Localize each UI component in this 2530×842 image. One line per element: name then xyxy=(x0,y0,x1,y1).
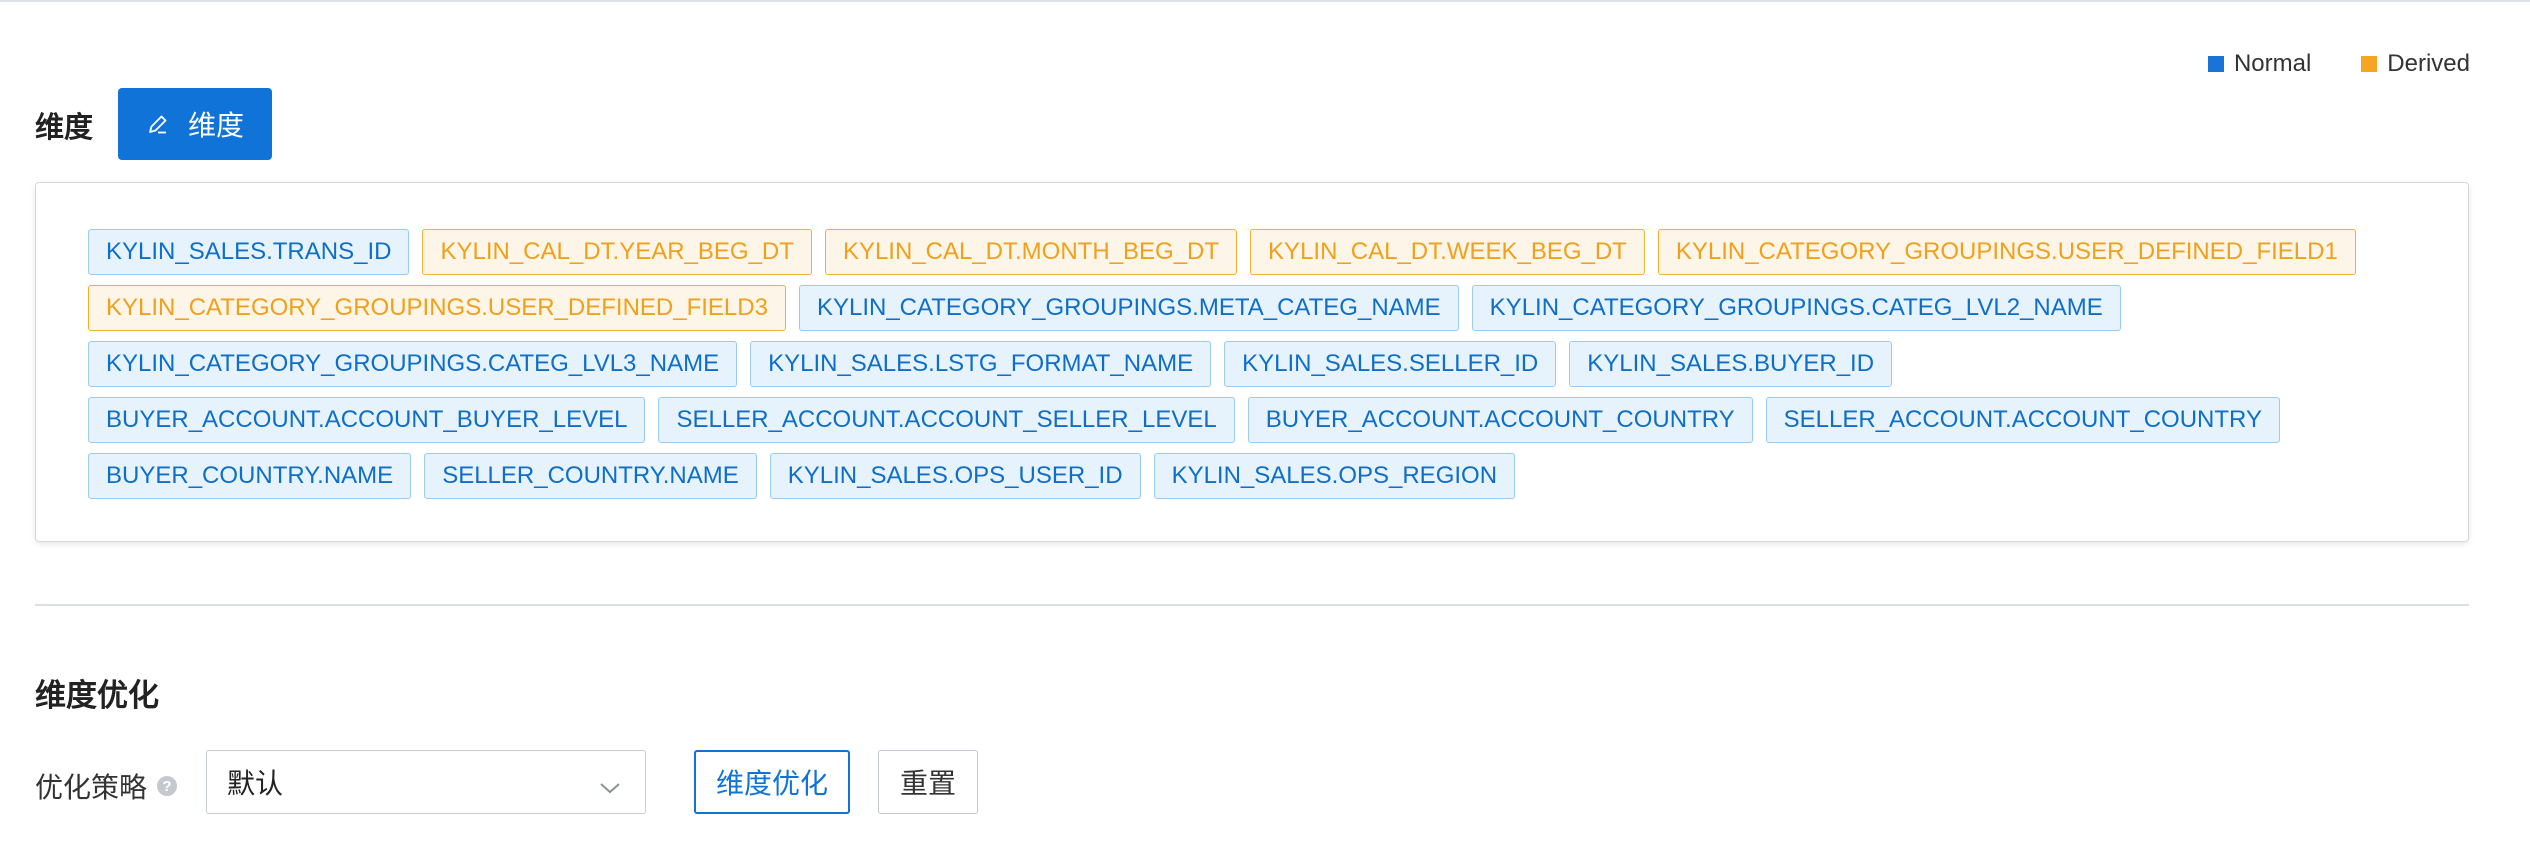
legend-label-derived: Derived xyxy=(2387,50,2470,77)
legend-item-normal: Normal xyxy=(2207,50,2312,78)
dimensions-title: 维度 xyxy=(35,112,94,144)
dimension-tag-normal[interactable]: KYLIN_CATEGORY_GROUPINGS.META_CATEG_NAME xyxy=(798,285,1459,331)
strategy-select-value: 默认 xyxy=(227,768,284,799)
dimension-tag-derived[interactable]: KYLIN_CAL_DT.WEEK_BEG_DT xyxy=(1250,229,1645,275)
legend-label-normal: Normal xyxy=(2233,50,2312,77)
legend-swatch-derived xyxy=(2361,56,2378,72)
dimension-tag-derived[interactable]: KYLIN_CAL_DT.MONTH_BEG_DT xyxy=(824,229,1238,275)
section-divider xyxy=(35,604,2469,606)
dimension-tag-normal[interactable]: BUYER_ACCOUNT.ACCOUNT_BUYER_LEVEL xyxy=(88,397,646,443)
optimization-title: 维度优化 xyxy=(35,678,159,713)
top-border xyxy=(0,0,2530,2)
legend-item-derived: Derived xyxy=(2361,50,2470,78)
strategy-label: 优化策略 xyxy=(35,772,148,803)
strategy-label-row: 优化策略 ? xyxy=(35,766,178,806)
question-circle-icon[interactable]: ? xyxy=(157,776,178,796)
dimension-tag-derived[interactable]: KYLIN_CATEGORY_GROUPINGS.USER_DEFINED_FI… xyxy=(88,285,786,331)
legend: Normal Derived xyxy=(2158,50,2470,78)
optimize-dimensions-button[interactable]: 维度优化 xyxy=(694,750,850,814)
edit-dimensions-button[interactable]: 维度 xyxy=(118,88,272,160)
dimension-tag-normal[interactable]: SELLER_ACCOUNT.ACCOUNT_SELLER_LEVEL xyxy=(658,397,1235,443)
legend-swatch-normal xyxy=(2207,56,2224,72)
pencil-icon xyxy=(146,112,170,136)
dimension-tag-derived[interactable]: KYLIN_CAL_DT.YEAR_BEG_DT xyxy=(422,229,812,275)
dimension-tag-normal[interactable]: BUYER_ACCOUNT.ACCOUNT_COUNTRY xyxy=(1247,397,1753,443)
dimension-tag-normal[interactable]: SELLER_COUNTRY.NAME xyxy=(424,453,757,499)
dimension-tag-normal[interactable]: KYLIN_CATEGORY_GROUPINGS.CATEG_LVL3_NAME xyxy=(88,341,738,387)
dimension-tag-normal[interactable]: KYLIN_SALES.OPS_USER_ID xyxy=(769,453,1141,499)
dimension-tag-normal[interactable]: KYLIN_CATEGORY_GROUPINGS.CATEG_LVL2_NAME xyxy=(1471,285,2121,331)
dimension-tag-normal[interactable]: BUYER_COUNTRY.NAME xyxy=(88,453,412,499)
dimension-tag-normal[interactable]: KYLIN_SALES.SELLER_ID xyxy=(1224,341,1557,387)
reset-button[interactable]: 重置 xyxy=(878,750,978,814)
dimension-tags-panel: KYLIN_SALES.TRANS_ID KYLIN_CAL_DT.YEAR_BE… xyxy=(35,182,2469,542)
dimension-tag-normal[interactable]: KYLIN_SALES.LSTG_FORMAT_NAME xyxy=(750,341,1212,387)
dimension-tag-normal[interactable]: KYLIN_SALES.TRANS_ID xyxy=(88,229,410,275)
edit-dimensions-label: 维度 xyxy=(187,110,244,141)
dimension-tag-normal[interactable]: KYLIN_SALES.OPS_REGION xyxy=(1153,453,1516,499)
dimension-tag-derived[interactable]: KYLIN_CATEGORY_GROUPINGS.USER_DEFINED_FI… xyxy=(1657,229,2356,275)
dimension-tag-normal[interactable]: KYLIN_SALES.BUYER_ID xyxy=(1569,341,1893,387)
chevron-down-icon xyxy=(599,773,621,805)
dimension-tag-list: KYLIN_SALES.TRANS_ID KYLIN_CAL_DT.YEAR_BE… xyxy=(88,229,2428,509)
dimension-tag-normal[interactable]: SELLER_ACCOUNT.ACCOUNT_COUNTRY xyxy=(1765,397,2280,443)
strategy-select[interactable]: 默认 xyxy=(206,750,646,814)
